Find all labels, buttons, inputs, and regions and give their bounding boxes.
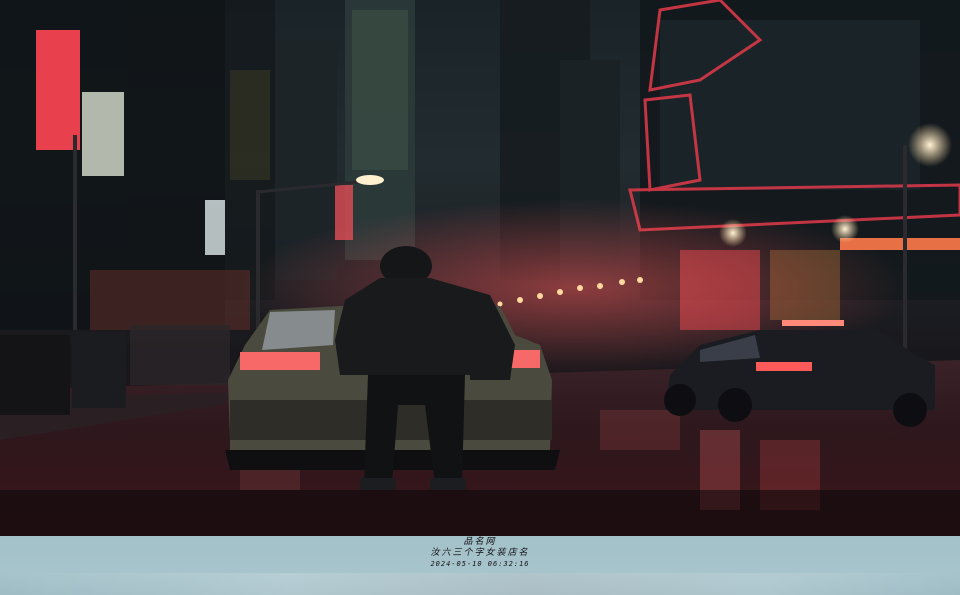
- neon-sign-red: [36, 30, 80, 150]
- caption-reflection: [0, 573, 960, 595]
- photo-scene: [0, 0, 960, 536]
- city-street-illustration: [0, 0, 960, 536]
- caption-slogan: 汝六三个字女装店名: [430, 548, 530, 558]
- caption-text-block: 品名网 汝六三个字女装店名 2024-05-10 06:32:16: [0, 537, 960, 570]
- caption-timestamp: 2024-05-10 06:32:16: [430, 560, 530, 568]
- watermark-caption: 品名网 汝六三个字女装店名 2024-05-10 06:32:16: [0, 536, 960, 595]
- caption-site-name: 品名网: [463, 537, 497, 547]
